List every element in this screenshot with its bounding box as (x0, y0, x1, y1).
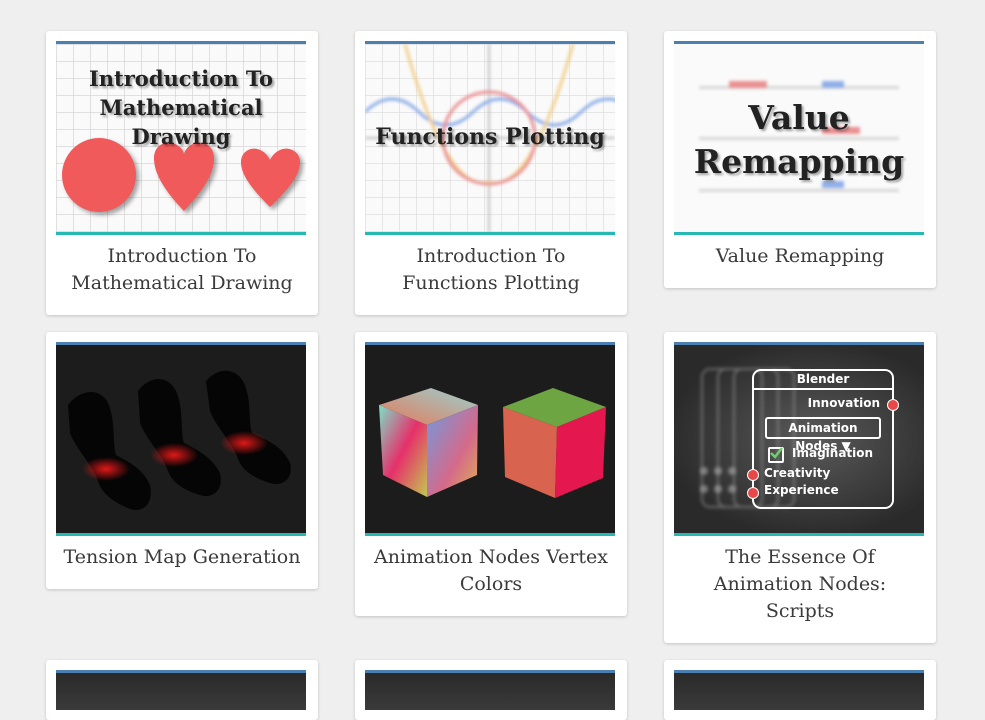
thumbnail: Blender Innovation Animation Nodes ▼ Ima… (674, 342, 924, 536)
course-card-partial[interactable] (664, 660, 936, 720)
thumbnail: Introduction To Mathematical Drawing (56, 41, 306, 235)
blender-node: Blender Innovation Animation Nodes ▼ Ima… (747, 369, 899, 509)
node-checkbox-label: Imagination (792, 446, 874, 460)
input-socket (747, 487, 759, 499)
course-card-value-remapping[interactable]: Value Remapping Value Remapping (664, 31, 936, 288)
node-input-label: Creativity (764, 466, 831, 480)
node-dropdown: Animation Nodes ▼ (765, 417, 881, 453)
thumbnail: Functions Plotting (365, 41, 615, 235)
course-card-mathematical-drawing[interactable]: Introduction To Mathematical Drawing Int… (46, 31, 318, 315)
thumbnail: Value Remapping (674, 41, 924, 235)
card-title: Introduction To Mathematical Drawing (71, 245, 293, 294)
node-header: Blender (754, 371, 892, 390)
output-socket (887, 399, 899, 411)
course-card-animation-nodes-scripts[interactable]: Blender Innovation Animation Nodes ▼ Ima… (664, 332, 936, 643)
course-card-partial[interactable] (46, 660, 318, 720)
tension-shapes (68, 370, 291, 510)
thumbnail (674, 670, 924, 710)
thumbnail-title: Functions Plotting (375, 124, 605, 150)
colored-cubes (379, 388, 606, 498)
node-output-label: Innovation (807, 396, 880, 410)
thumbnail-title: Introduction To Mathematical Drawing (88, 66, 274, 149)
card-title: Tension Map Generation (63, 546, 301, 568)
checkbox-icon (768, 447, 784, 463)
thumbnail (365, 670, 615, 710)
thumbnail (56, 342, 306, 536)
course-card-partial[interactable] (355, 660, 627, 720)
course-card-functions-plotting[interactable]: Functions Plotting Introduction To Funct… (355, 31, 627, 315)
card-title: The Essence Of Animation Nodes: Scripts (713, 546, 887, 622)
course-card-tension-map[interactable]: Tension Map Generation (46, 332, 318, 589)
node-input-label: Experience (764, 483, 839, 497)
card-title: Introduction To Functions Plotting (402, 245, 580, 294)
card-title: Animation Nodes Vertex Colors (374, 546, 608, 595)
thumbnail-title: Value Remapping (693, 98, 905, 181)
thumbnail (56, 670, 306, 710)
thumbnail (365, 342, 615, 536)
course-card-vertex-colors[interactable]: Animation Nodes Vertex Colors (355, 332, 627, 616)
card-title: Value Remapping (715, 245, 885, 267)
input-socket (747, 469, 759, 481)
